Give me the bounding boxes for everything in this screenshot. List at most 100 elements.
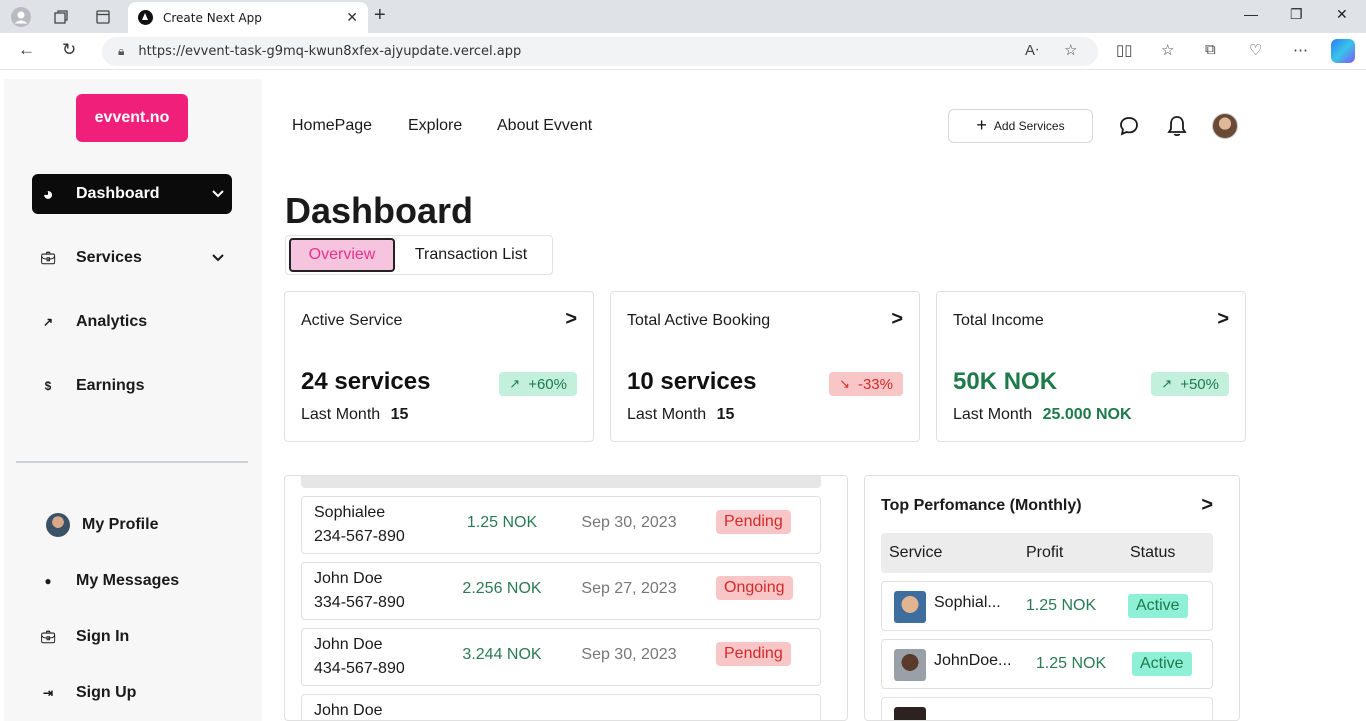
- sidebar-item-label: Sign Up: [76, 684, 137, 701]
- refresh-icon[interactable]: ↻: [62, 40, 76, 60]
- scrollbar[interactable]: [301, 476, 821, 488]
- bell-icon[interactable]: [1164, 113, 1190, 139]
- sidebar-item-label: Services: [76, 249, 142, 266]
- table-header: Service Profit Status: [881, 533, 1213, 573]
- sidebar-item-sign-in[interactable]: 💼︎ Sign In: [32, 617, 232, 657]
- service-profit: 1.25 NOK: [1035, 655, 1107, 672]
- service-name: JohnDoe...: [934, 652, 1012, 669]
- card-last-month: Last Month 15: [627, 406, 734, 424]
- table-row[interactable]: Sophial... 1.25 NOK Active: [881, 581, 1213, 631]
- tx-phone: 234-567-890: [314, 528, 405, 545]
- sidebar-divider: [16, 461, 248, 463]
- card-total-active-booking[interactable]: Total Active Booking > 10 services ↘ -33…: [610, 291, 920, 442]
- browser-tab[interactable]: Create Next App ✕: [128, 2, 368, 33]
- avatar: [46, 513, 70, 537]
- change-badge: ↘ -33%: [829, 372, 903, 396]
- tx-phone: 334-567-890: [314, 594, 405, 611]
- column-header-service: Service: [889, 544, 943, 561]
- briefcase-icon: 💼︎: [40, 630, 56, 644]
- new-tab-icon[interactable]: +: [374, 4, 386, 27]
- lock-icon: 🔒︎: [118, 44, 125, 58]
- browser-essentials-icon[interactable]: ♡: [1249, 41, 1262, 59]
- tx-amount: 2.256 NOK: [462, 580, 542, 597]
- chat-bubble-icon[interactable]: [1116, 113, 1142, 139]
- chevron-right-icon[interactable]: >: [891, 308, 903, 331]
- chevron-right-icon[interactable]: >: [1201, 494, 1213, 517]
- card-total-income[interactable]: Total Income > 50K NOK ↗ +50% Last Month…: [936, 291, 1246, 442]
- split-screen-icon[interactable]: ▯▯: [1116, 41, 1133, 59]
- profile-icon[interactable]: [10, 6, 32, 28]
- tx-name: John Doe: [314, 702, 383, 719]
- tx-amount: 1.25 NOK: [466, 514, 538, 531]
- change-badge: ↗ +60%: [499, 372, 577, 396]
- sidebar-item-my-profile[interactable]: My Profile: [38, 505, 238, 545]
- briefcase-icon: 💼︎: [40, 251, 56, 265]
- transaction-panel: Sophialee 234-567-890 1.25 NOK Sep 30, 2…: [284, 475, 848, 721]
- window-close-icon[interactable]: ✕: [1336, 6, 1348, 23]
- status-badge: Ongoing: [716, 576, 793, 600]
- workspaces-icon[interactable]: [50, 6, 72, 28]
- sidebar-item-my-messages[interactable]: ● My Messages: [32, 561, 232, 601]
- status-badge: Active: [1128, 594, 1188, 618]
- last-month-value: 15: [716, 406, 735, 423]
- user-avatar[interactable]: [1212, 113, 1238, 139]
- avatar: [894, 649, 926, 681]
- minimize-icon[interactable]: —: [1244, 6, 1258, 22]
- sidebar-item-analytics[interactable]: ↗ Analytics: [32, 302, 232, 342]
- chat-icon: ●: [44, 574, 52, 588]
- tab-actions-icon[interactable]: [92, 6, 114, 28]
- nav-about[interactable]: About Evvent: [497, 117, 592, 135]
- last-month-label: Last Month: [953, 406, 1033, 423]
- panel-title: Top Perfomance (Monthly): [881, 497, 1082, 514]
- restore-icon[interactable]: ❐: [1290, 6, 1303, 23]
- card-active-service[interactable]: Active Service > 24 services ↗ +60% Last…: [284, 291, 594, 442]
- sidebar-item-label: Dashboard: [76, 185, 160, 202]
- column-header-status: Status: [1130, 544, 1176, 561]
- table-row[interactable]: Sophialee 234-567-890 1.25 NOK Sep 30, 2…: [301, 496, 821, 554]
- sidebar-item-label: Earnings: [76, 377, 145, 394]
- add-services-label: Add Services: [993, 119, 1065, 133]
- chevron-right-icon[interactable]: >: [1217, 308, 1229, 331]
- more-icon[interactable]: ⋯: [1293, 41, 1308, 59]
- close-icon[interactable]: ✕: [346, 10, 358, 26]
- nav-homepage[interactable]: HomePage: [292, 117, 372, 135]
- copilot-icon[interactable]: [1331, 39, 1355, 63]
- chevron-down-icon: [212, 187, 224, 201]
- sidebar-item-sign-up[interactable]: ⇥ Sign Up: [32, 673, 232, 713]
- favorite-star-icon[interactable]: ☆: [1064, 41, 1077, 59]
- browser-tab-bar: Create Next App ✕ + — ❐ ✕: [0, 0, 1366, 33]
- collections-icon[interactable]: ⧉: [1205, 41, 1216, 58]
- tab-transaction-list[interactable]: Transaction List: [406, 238, 536, 272]
- sidebar-item-earnings[interactable]: $ Earnings: [32, 366, 232, 406]
- table-row[interactable]: John Doe: [301, 694, 821, 720]
- card-last-month: Last Month 15: [301, 406, 408, 424]
- tab-overview[interactable]: Overview: [289, 238, 395, 272]
- service-profit: 1.25 NOK: [1025, 597, 1097, 614]
- card-title: Total Active Booking: [627, 312, 771, 329]
- dollar-icon: $: [44, 379, 52, 393]
- url-field[interactable]: 🔒︎ https://evvent-task-g9mq-kwun8xfex-aj…: [102, 37, 1098, 66]
- change-value: +60%: [528, 375, 567, 393]
- table-row[interactable]: JohnDoe... 1.25 NOK Active: [881, 639, 1213, 689]
- chevron-right-icon[interactable]: >: [565, 308, 577, 331]
- tab-group: Overview Transaction List: [285, 235, 553, 275]
- sidebar-item-dashboard[interactable]: ◕ Dashboard: [32, 174, 232, 214]
- favorites-icon[interactable]: ☆: [1161, 41, 1174, 59]
- url-text: https://evvent-task-g9mq-kwun8xfex-ajyup…: [138, 44, 522, 59]
- add-services-button[interactable]: + Add Services: [948, 109, 1093, 143]
- tx-name: John Doe: [314, 636, 383, 653]
- pie-chart-icon: ◕: [42, 183, 54, 204]
- table-row[interactable]: John Doe 334-567-890 2.256 NOK Sep 27, 2…: [301, 562, 821, 620]
- change-badge: ↗ +50%: [1151, 372, 1229, 396]
- trend-up-icon: ↗: [42, 315, 54, 329]
- logo[interactable]: evvent.no: [76, 94, 188, 142]
- back-icon[interactable]: ←: [18, 40, 35, 60]
- nav-explore[interactable]: Explore: [408, 117, 462, 135]
- address-bar: ← ↻ 🔒︎ https://evvent-task-g9mq-kwun8xfe…: [0, 33, 1366, 70]
- sidebar-item-services[interactable]: 💼︎ Services: [32, 238, 232, 278]
- sidebar: evvent.no ◕ Dashboard 💼︎ Services ↗ Anal…: [4, 79, 262, 721]
- read-aloud-icon[interactable]: Aᐧ: [1025, 41, 1039, 59]
- service-name: Sophial...: [934, 594, 1001, 611]
- table-row[interactable]: John Doe 434-567-890 3.244 NOK Sep 30, 2…: [301, 628, 821, 686]
- table-row[interactable]: [881, 697, 1213, 720]
